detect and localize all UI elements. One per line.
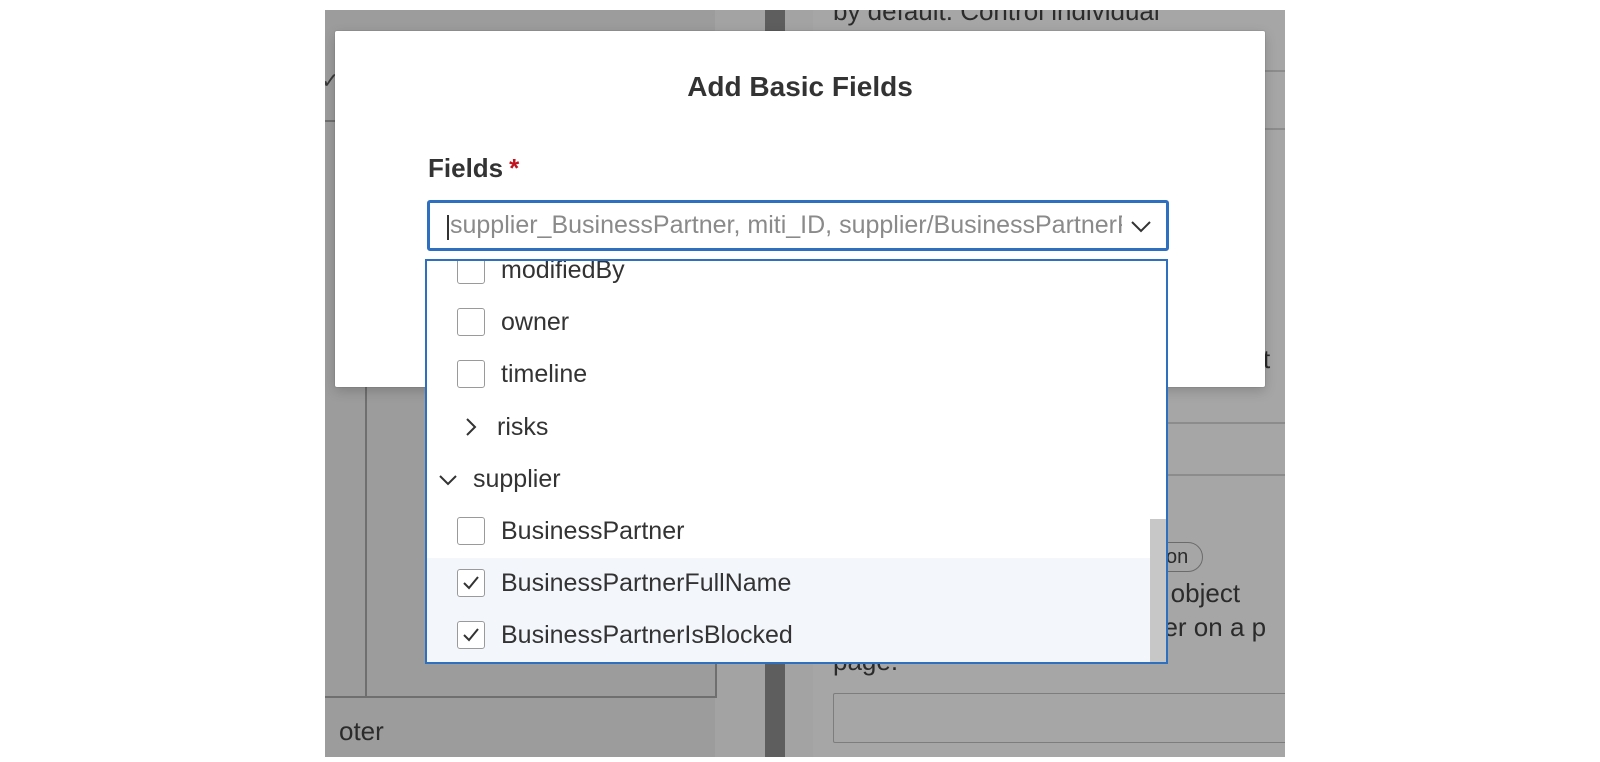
screen: ✓ oter by default. Control individual t …: [0, 0, 1600, 762]
dialog-title: Add Basic Fields: [687, 71, 913, 102]
checkbox-checked[interactable]: [457, 621, 485, 649]
list-item-label: BusinessPartner: [501, 517, 685, 545]
checkmark-icon: [463, 576, 479, 590]
list-item[interactable]: modifiedBy: [427, 259, 1150, 297]
right-pane-description: by default. Control individual: [833, 10, 1160, 26]
left-footer-divider: [325, 696, 715, 698]
list-item[interactable]: owner: [427, 297, 1150, 349]
left-footer-text: oter: [339, 716, 384, 746]
fields-label-text: Fields: [428, 153, 504, 183]
list-item-label: owner: [501, 308, 570, 336]
checkbox[interactable]: [457, 360, 485, 388]
fields-label: Fields *: [428, 153, 519, 184]
fields-combobox-value[interactable]: supplier_BusinessPartner, miti_ID, suppl…: [450, 203, 1122, 248]
list-item-label: timeline: [501, 360, 588, 388]
checkmark-icon: [463, 628, 479, 642]
text-cursor: [447, 215, 449, 240]
dropdown-scrollbar[interactable]: [1150, 519, 1166, 662]
tree-group-label: risks: [497, 413, 549, 441]
list-item[interactable]: timeline: [427, 349, 1150, 401]
required-marker: *: [509, 153, 520, 183]
list-item-label: BusinessPartnerFullName: [501, 569, 792, 597]
chevron-down-icon[interactable]: [1130, 215, 1152, 237]
tree-group-label: supplier: [473, 465, 561, 493]
list-item[interactable]: BusinessPartnerFullName: [427, 558, 1150, 610]
checkbox[interactable]: [457, 308, 485, 336]
checkbox-checked[interactable]: [457, 569, 485, 597]
list-item-label: modifiedBy: [501, 259, 625, 284]
checkbox[interactable]: [457, 517, 485, 545]
list-item-label: BusinessPartnerIsBlocked: [501, 621, 793, 649]
tree-group-risks[interactable]: risks: [427, 402, 1150, 454]
list-item[interactable]: BusinessPartner: [427, 506, 1150, 558]
fields-combobox[interactable]: supplier_BusinessPartner, miti_ID, suppl…: [427, 200, 1169, 251]
list-item[interactable]: BusinessPartnerIsBlocked: [427, 610, 1150, 662]
fields-dropdown-list[interactable]: modifiedBy owner timeline risks supplier…: [425, 259, 1168, 664]
chevron-down-icon[interactable]: [437, 468, 459, 490]
background-input: [833, 693, 1285, 743]
checkbox[interactable]: [457, 261, 485, 284]
chevron-right-icon[interactable]: [459, 416, 481, 438]
tree-group-supplier[interactable]: supplier: [427, 454, 1150, 506]
